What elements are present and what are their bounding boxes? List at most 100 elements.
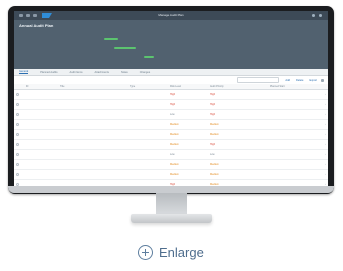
table-row[interactable]: High High › — [14, 99, 328, 110]
row-cell: Medium — [208, 169, 268, 180]
row-audit-priority: High — [210, 103, 216, 106]
row-cell — [128, 109, 168, 120]
row-cell — [24, 139, 58, 150]
row-cell — [268, 159, 308, 170]
kpi-bar — [104, 38, 118, 40]
plus-circle-icon — [138, 245, 153, 260]
row-select-checkbox[interactable] — [16, 132, 19, 136]
row-cell — [268, 89, 308, 100]
row-cell — [24, 169, 58, 180]
row-cell — [58, 169, 128, 180]
tab-audit-items[interactable]: Audit Items — [70, 71, 83, 74]
row-select-checkbox[interactable] — [16, 162, 19, 166]
table-row[interactable]: Medium Medium › — [14, 129, 328, 140]
table-row[interactable]: High High › — [14, 89, 328, 100]
tab-general[interactable]: General — [19, 70, 29, 74]
row-cell — [24, 159, 58, 170]
monitor-frame: Manage Audit Plan Annual Audit Plan Gene… — [8, 6, 334, 194]
row-cell: Low — [208, 149, 268, 160]
row-cell — [58, 139, 128, 150]
row-cell: Low — [168, 109, 208, 120]
search-input[interactable] — [237, 77, 280, 83]
table-row[interactable]: Medium Medium › — [14, 169, 328, 180]
row-cell: Medium — [168, 139, 208, 150]
table-row[interactable]: Low High › — [14, 109, 328, 120]
row-cell: › — [308, 169, 328, 180]
row-navigation-icon[interactable]: › — [325, 143, 326, 146]
enlarge-label: Enlarge — [159, 245, 204, 260]
row-cell: Medium — [168, 119, 208, 130]
tab-changes[interactable]: Changes — [140, 71, 150, 74]
page-title: Annual Audit Plan — [19, 23, 54, 28]
table-row[interactable]: Medium Medium › — [14, 159, 328, 170]
row-cell — [58, 109, 128, 120]
row-select-checkbox[interactable] — [16, 152, 19, 156]
row-select-checkbox[interactable] — [16, 142, 19, 146]
settings-icon[interactable] — [321, 78, 324, 82]
row-navigation-icon[interactable]: › — [325, 153, 326, 156]
row-audit-priority: Medium — [210, 173, 219, 176]
row-cell: › — [308, 129, 328, 140]
row-navigation-icon[interactable]: › — [325, 113, 326, 116]
row-cell: Medium — [208, 119, 268, 130]
tab-notes[interactable]: Notes — [121, 71, 128, 74]
row-cell — [268, 139, 308, 150]
row-navigation-icon[interactable]: › — [325, 163, 326, 166]
row-select-checkbox[interactable] — [16, 92, 19, 96]
row-cell: Low — [168, 149, 208, 160]
row-cell: High — [168, 99, 208, 110]
tab-attachments[interactable]: Attachments — [95, 71, 109, 74]
row-cell: Medium — [168, 129, 208, 140]
row-cell: Medium — [208, 159, 268, 170]
row-cell — [24, 149, 58, 160]
add-button[interactable]: Add — [285, 79, 290, 82]
row-cell — [128, 129, 168, 140]
row-cell: High — [208, 99, 268, 110]
row-navigation-icon[interactable]: › — [325, 173, 326, 176]
row-risk-level: Medium — [170, 123, 179, 126]
row-cell — [24, 119, 58, 130]
row-risk-level: Low — [170, 113, 175, 116]
row-cell: Medium — [208, 129, 268, 140]
tab-bar: General Planned Audits Audit Items Attac… — [14, 69, 328, 76]
row-cell — [24, 99, 58, 110]
row-select-checkbox[interactable] — [16, 112, 19, 116]
row-navigation-icon[interactable]: › — [325, 103, 326, 106]
row-select-checkbox[interactable] — [16, 122, 19, 126]
row-cell — [58, 159, 128, 170]
row-cell — [14, 119, 24, 130]
row-cell — [14, 159, 24, 170]
row-select-checkbox[interactable] — [16, 172, 19, 176]
row-cell: › — [308, 109, 328, 120]
row-navigation-icon[interactable]: › — [325, 133, 326, 136]
row-cell — [14, 149, 24, 160]
table-row[interactable]: Medium Medium › — [14, 119, 328, 130]
row-cell — [268, 99, 308, 110]
enlarge-button[interactable]: Enlarge — [138, 245, 204, 260]
row-cell — [268, 169, 308, 180]
row-cell — [128, 149, 168, 160]
object-header: Annual Audit Plan — [14, 20, 328, 69]
row-audit-priority: Medium — [210, 133, 219, 136]
table-row[interactable]: Low Low › — [14, 149, 328, 160]
export-button[interactable]: Export — [310, 79, 318, 82]
row-navigation-icon[interactable]: › — [325, 93, 326, 96]
row-cell — [58, 89, 128, 100]
row-cell — [24, 89, 58, 100]
row-risk-level: Low — [170, 153, 175, 156]
row-cell — [128, 89, 168, 100]
row-cell — [268, 109, 308, 120]
row-select-checkbox[interactable] — [16, 102, 19, 106]
row-navigation-icon[interactable]: › — [325, 123, 326, 126]
tab-planned-audits[interactable]: Planned Audits — [40, 71, 57, 74]
row-risk-level: Medium — [170, 173, 179, 176]
row-cell: › — [308, 89, 328, 100]
row-cell: › — [308, 159, 328, 170]
delete-button[interactable]: Delete — [296, 79, 304, 82]
row-cell — [14, 109, 24, 120]
monitor-stand-base — [131, 214, 212, 223]
monitor-stand-neck — [156, 193, 187, 215]
row-audit-priority: High — [210, 113, 216, 116]
row-cell — [58, 119, 128, 130]
table-row[interactable]: Medium High › — [14, 139, 328, 150]
